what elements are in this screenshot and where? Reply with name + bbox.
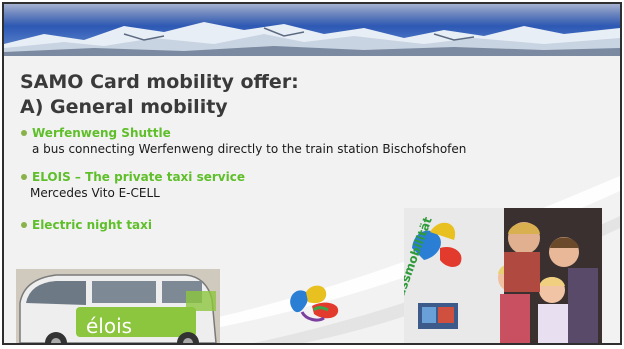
title-line-1: SAMO Card mobility offer: — [20, 71, 299, 93]
van-logo-text: élois — [86, 314, 132, 338]
bullet-dot-icon — [21, 174, 27, 180]
mountain-banner-icon — [4, 4, 620, 56]
elois-van-photo: élois — [16, 269, 220, 343]
butterfly-logo-icon — [290, 285, 339, 322]
bullet-dot-icon — [21, 130, 27, 136]
bullet-description: a bus connecting Werfenweng directly to … — [32, 142, 467, 156]
bullet-heading: ELOIS – The private taxi service — [32, 170, 245, 184]
van-icon: élois — [16, 269, 220, 343]
title-line-2: A) General mobility — [20, 96, 228, 118]
bullet-description: Mercedes Vito E-CELL — [30, 186, 160, 200]
bullet-heading: Electric night taxi — [32, 218, 153, 232]
family-van-photo: genussmobilität — [404, 208, 602, 343]
mountain-banner-image — [4, 4, 620, 56]
slide-title: SAMO Card mobility offer: A) General mob… — [20, 70, 299, 120]
bullet-dot-icon — [21, 222, 27, 228]
family-icon: genussmobilität — [404, 208, 602, 343]
bullet-heading: Werfenweng Shuttle — [32, 126, 171, 140]
slide: SAMO Card mobility offer: A) General mob… — [2, 2, 622, 345]
